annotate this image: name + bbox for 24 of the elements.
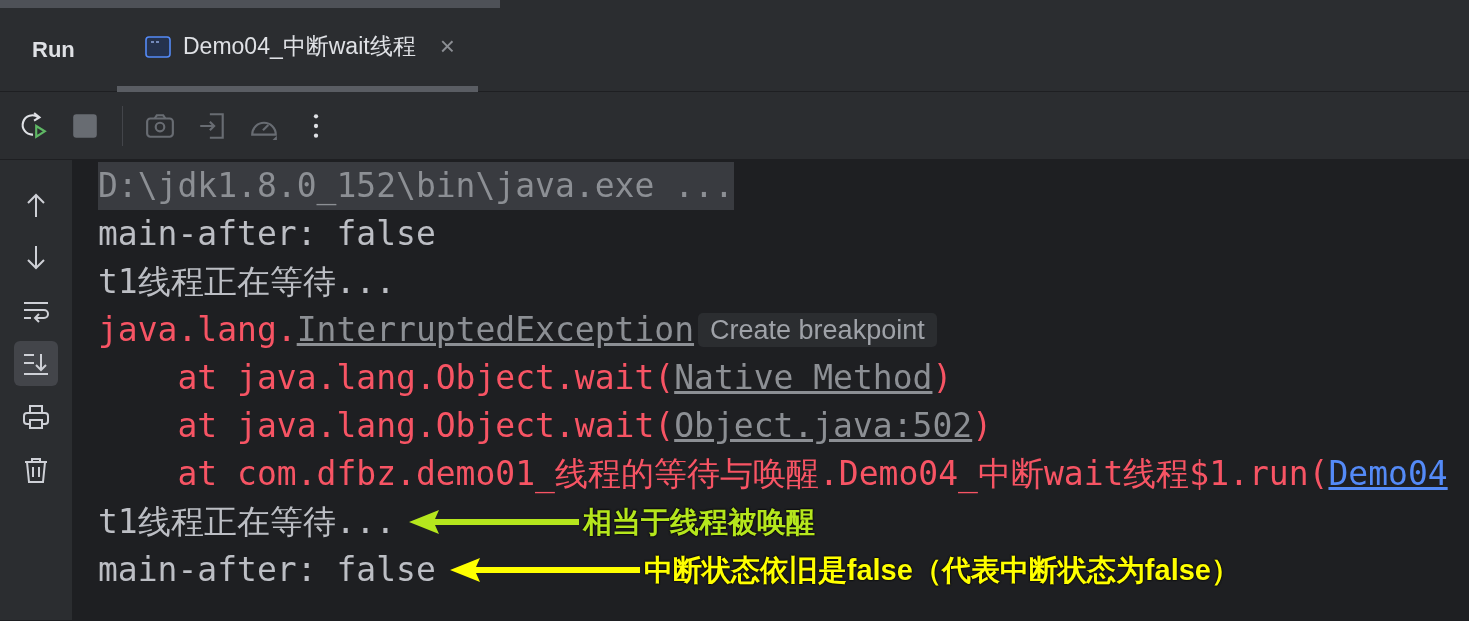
error-text: ) bbox=[972, 405, 993, 447]
scroll-to-end-button[interactable] bbox=[14, 341, 58, 386]
source-link[interactable]: InterruptedException bbox=[296, 306, 695, 354]
create-breakpoint-button[interactable]: Create breakpoint bbox=[698, 313, 937, 347]
error-text: at java.lang.Object.wait( bbox=[176, 357, 675, 399]
error-text: ) bbox=[932, 357, 953, 399]
scrollbar-thumb[interactable] bbox=[0, 0, 500, 8]
printer-icon bbox=[22, 402, 50, 431]
console-text: main-after: false bbox=[98, 549, 436, 591]
window-icon bbox=[145, 35, 171, 58]
error-text: java.lang. bbox=[98, 309, 297, 351]
error-text: at com.dfbz.demo01_线程的等待与唤醒.Demo04_中断wait线程$1.run( bbox=[176, 453, 1329, 496]
source-link[interactable]: Native Method bbox=[674, 354, 933, 402]
error-text: at java.lang.Object.wait( bbox=[176, 405, 675, 447]
panel-title: Run bbox=[31, 36, 76, 64]
annotation-text: 相当于线程被唤醒 bbox=[583, 505, 816, 540]
console-text: t1线程正在等待... bbox=[98, 501, 396, 543]
close-icon[interactable]: × bbox=[439, 27, 455, 66]
trash-icon bbox=[22, 455, 50, 484]
console-text: t1线程正在等待... bbox=[98, 261, 396, 303]
source-link[interactable]: Object.java:502 bbox=[674, 402, 973, 450]
annotation-text: 中断状态依旧是false（代表中断状态为false） bbox=[643, 553, 1240, 588]
console-text: main-after: false bbox=[98, 213, 436, 255]
source-link[interactable]: Demo04 bbox=[1328, 450, 1448, 498]
